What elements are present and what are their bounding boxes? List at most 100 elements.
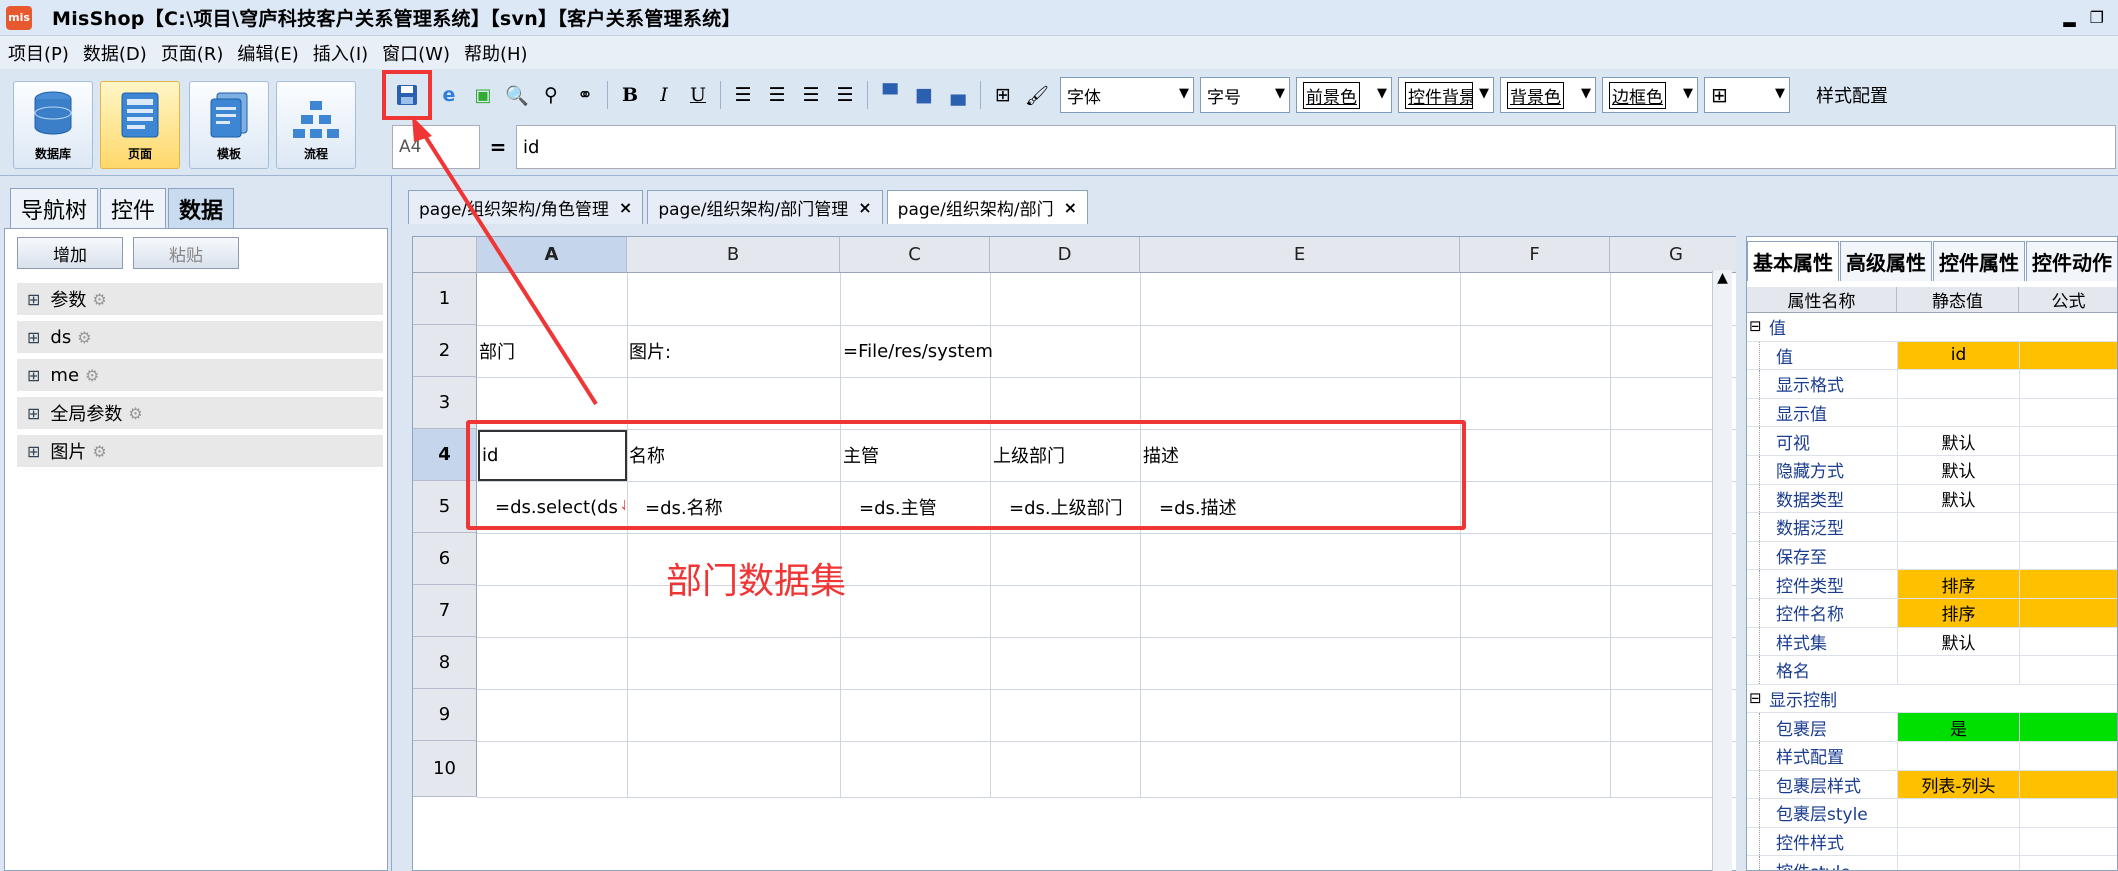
prop-row[interactable]: 显示值 <box>1747 398 2117 428</box>
column-header[interactable]: A <box>477 237 627 273</box>
prop-formula[interactable] <box>2019 827 2117 856</box>
align-justify-button[interactable]: ☰ <box>828 78 862 112</box>
prop-value[interactable] <box>1897 656 2019 684</box>
expand-icon[interactable]: ⊞ <box>27 366 40 385</box>
prop-value[interactable]: 是 <box>1897 713 2019 741</box>
tree-item-global-params[interactable]: ⊞ 全局参数 ⚙ <box>17 397 383 429</box>
prop-row[interactable]: 样式集 默认 <box>1747 627 2117 657</box>
align-right-button[interactable]: ☰ <box>794 78 828 112</box>
minimize-button[interactable]: ▂ <box>2063 8 2075 27</box>
foreground-color-select[interactable]: 前景色 ▼ <box>1296 77 1392 113</box>
prop-row[interactable]: 保存至 <box>1747 541 2117 571</box>
mode-flow-button[interactable]: 流程 <box>276 81 356 169</box>
bold-button[interactable]: B <box>613 78 647 112</box>
menu-insert[interactable]: 插入(I) <box>313 40 368 66</box>
collapse-icon[interactable]: ⊟ <box>1749 689 1762 707</box>
expand-icon[interactable]: ⊞ <box>27 328 40 347</box>
collapse-icon[interactable]: ⊟ <box>1749 317 1762 335</box>
cell-a2[interactable]: 部门 <box>479 325 627 377</box>
prop-formula[interactable] <box>2019 341 2117 370</box>
menu-help[interactable]: 帮助(H) <box>464 40 528 66</box>
gear-icon[interactable]: ⚙ <box>92 290 106 309</box>
style-config-button[interactable]: 样式配置 <box>1816 82 1888 108</box>
border-color-select[interactable]: 边框色 ▼ <box>1602 77 1698 113</box>
mode-database-button[interactable]: 数据库 <box>13 81 93 169</box>
menu-edit[interactable]: 编辑(E) <box>237 40 298 66</box>
prop-row[interactable]: 可视 默认 <box>1747 427 2117 456</box>
prop-row[interactable]: 隐藏方式 默认 <box>1747 456 2117 485</box>
prop-formula[interactable] <box>2019 456 2117 484</box>
prop-formula[interactable] <box>2019 713 2117 741</box>
prop-formula[interactable] <box>2019 856 2117 870</box>
scroll-up-icon[interactable]: ▲ <box>1713 270 1732 286</box>
control-bg-color-select[interactable]: 控件背景 ▼ <box>1398 77 1494 113</box>
expand-icon[interactable]: ⊞ <box>27 404 40 423</box>
prop-formula[interactable] <box>2019 484 2117 513</box>
row-header[interactable]: 8 <box>413 637 477 689</box>
prop-value[interactable] <box>1897 398 2019 427</box>
prop-value[interactable]: 默认 <box>1897 627 2019 656</box>
column-header[interactable]: D <box>990 237 1140 273</box>
column-header[interactable]: F <box>1460 237 1610 273</box>
prop-formula[interactable] <box>2019 398 2117 427</box>
prop-value[interactable] <box>1897 513 2019 541</box>
prop-value[interactable]: 默认 <box>1897 484 2019 513</box>
mode-template-button[interactable]: 模板 <box>189 81 269 169</box>
mode-page-button[interactable]: 页面 <box>100 81 180 169</box>
restore-button[interactable]: ❐ <box>2090 8 2104 27</box>
prop-row[interactable]: 数据类型 默认 <box>1747 484 2117 514</box>
find-button[interactable]: ⚲ <box>534 78 568 112</box>
prop-formula[interactable] <box>2019 570 2117 598</box>
font-size-select[interactable]: 字号 ▼ <box>1200 77 1290 113</box>
row-header[interactable]: 9 <box>413 689 477 741</box>
tab-data[interactable]: 数据 <box>168 188 235 228</box>
format-painter-button[interactable]: 🖌 <box>1020 78 1054 112</box>
tab-control-props[interactable]: 控件属性 <box>1933 241 2025 281</box>
menu-project[interactable]: 项目(P) <box>8 40 69 66</box>
prop-group-row[interactable]: ⊟ 值 <box>1747 313 2117 342</box>
prop-value[interactable] <box>1897 799 2019 827</box>
column-header[interactable]: G <box>1610 237 1741 273</box>
close-icon[interactable]: × <box>1064 198 1077 217</box>
close-icon[interactable]: × <box>619 198 632 217</box>
cell-b2[interactable]: 图片: <box>629 325 839 377</box>
add-button[interactable]: 增加 <box>17 237 123 269</box>
underline-button[interactable]: U <box>681 78 715 112</box>
border-style-select[interactable]: ⊞ ▼ <box>1704 77 1790 113</box>
formula-input[interactable]: id <box>516 125 2116 169</box>
tab-control-actions[interactable]: 控件动作 <box>2026 241 2117 281</box>
prop-row[interactable]: 包裹层style <box>1747 799 2117 828</box>
menu-window[interactable]: 窗口(W) <box>382 40 450 66</box>
column-header[interactable]: C <box>840 237 990 273</box>
close-icon[interactable]: × <box>858 198 871 217</box>
tree-item-ds[interactable]: ⊞ ds ⚙ <box>17 321 383 353</box>
prop-formula[interactable] <box>2019 770 2117 799</box>
merge-cells-button[interactable]: ⊞ <box>986 78 1020 112</box>
tab-controls[interactable]: 控件 <box>100 188 167 228</box>
cell-c2[interactable]: =File/res/system <box>843 325 1139 377</box>
prop-value[interactable] <box>1897 827 2019 856</box>
cell-reference[interactable]: A4 <box>392 125 480 169</box>
vertical-scrollbar[interactable]: ▲ <box>1712 270 1732 871</box>
prop-formula[interactable] <box>2019 599 2117 627</box>
doc-tab-role-management[interactable]: page/组织架构/角色管理 × <box>408 190 644 224</box>
prop-value[interactable]: id <box>1897 341 2019 370</box>
prop-formula[interactable] <box>2019 513 2117 541</box>
prop-row[interactable]: 控件类型 排序 <box>1747 570 2117 599</box>
valign-middle-button[interactable]: ■ <box>907 78 941 112</box>
prop-formula[interactable] <box>2019 541 2117 570</box>
doc-tab-department[interactable]: page/组织架构/部门 × <box>886 190 1088 224</box>
prop-formula[interactable] <box>2019 656 2117 684</box>
paste-button[interactable]: 粘贴 <box>133 237 239 269</box>
row-header[interactable]: 6 <box>413 533 477 585</box>
tree-item-params[interactable]: ⊞ 参数 ⚙ <box>17 283 383 315</box>
font-select[interactable]: 字体 ▼ <box>1060 77 1194 113</box>
prop-value[interactable]: 默认 <box>1897 456 2019 484</box>
prop-value[interactable] <box>1897 541 2019 570</box>
menu-page[interactable]: 页面(R) <box>161 40 224 66</box>
valign-top-button[interactable]: ▀ <box>873 78 907 112</box>
prop-value[interactable]: 列表-列头 <box>1897 770 2019 799</box>
prop-row[interactable]: 控件样式 <box>1747 827 2117 857</box>
row-header[interactable]: 7 <box>413 585 477 637</box>
prop-row[interactable]: 格名 <box>1747 656 2117 685</box>
